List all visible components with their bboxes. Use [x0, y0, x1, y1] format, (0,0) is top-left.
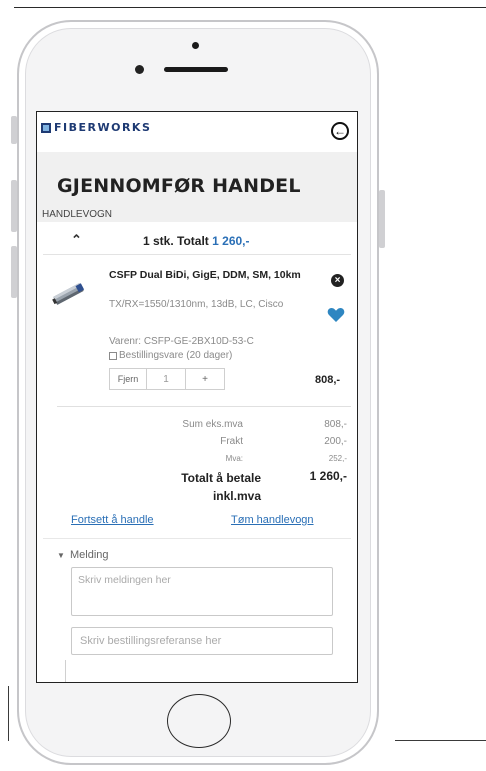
line-price: 808,-	[315, 374, 341, 386]
heart-icon[interactable]	[327, 307, 345, 323]
total-label-line1: Totalt å betale	[181, 471, 261, 485]
total-value: 1 260,-	[309, 469, 347, 483]
message-section-label: Melding	[69, 549, 109, 561]
remove-qty-button[interactable]: Fjern	[110, 369, 147, 389]
left-edge-line	[8, 686, 9, 741]
sfp-module-image	[52, 282, 85, 305]
product-title[interactable]: CSFP Dual BiDi, GigE, DDM, SM, 10km	[109, 268, 309, 282]
message-textarea[interactable]: Skriv meldingen her	[71, 567, 333, 616]
phone-home-button[interactable]	[167, 694, 231, 748]
mva-value: 252,-	[328, 454, 347, 463]
frakt-value: 200,-	[324, 436, 347, 447]
mva-label: Mva:	[225, 454, 243, 463]
chevron-up-icon: ⌃	[71, 232, 82, 247]
phone-sensor	[192, 42, 199, 49]
product-stock-text: Bestillingsvare (20 dager)	[119, 350, 233, 361]
message-section-toggle[interactable]: ▼ Melding	[57, 549, 109, 561]
cart-summary-label: 1 stk. Totalt	[143, 234, 209, 248]
divider	[43, 538, 351, 539]
logo-mark-icon	[41, 122, 51, 133]
package-icon	[109, 351, 117, 360]
total-label: Totalt å betale inkl.mva	[181, 469, 261, 505]
fiberworks-logo[interactable]: FIBERWORKS	[41, 121, 151, 134]
close-icon[interactable]: ×	[331, 274, 344, 287]
cart-summary-total: 1 260,-	[212, 234, 250, 248]
back-circle-arrow-icon[interactable]: ←	[331, 122, 349, 140]
product-stock-status: Bestillingsvare (20 dager)	[109, 350, 232, 361]
total-label-line2: inkl.mva	[212, 489, 261, 503]
continue-shopping-link[interactable]: Fortsett å handle	[71, 514, 154, 526]
screen-edge	[65, 660, 66, 682]
frakt-label: Frakt	[220, 436, 243, 447]
title-band: GJENNOMFØR HANDEL HANDLEVOGN	[37, 152, 357, 222]
divider	[57, 406, 351, 407]
order-reference-input[interactable]: Skriv bestillingsreferanse her	[71, 627, 333, 655]
phone-screen: FIBERWORKS ← GJENNOMFØR HANDEL HANDLEVOG…	[36, 111, 358, 683]
cart-summary-toggle[interactable]: ⌃ 1 stk. Totalt 1 260,-	[43, 228, 351, 255]
page-title: GJENNOMFØR HANDEL	[57, 175, 301, 197]
logo-text: FIBERWORKS	[54, 121, 152, 134]
empty-cart-link[interactable]: Tøm handlevogn	[231, 514, 314, 526]
bottom-border-line	[395, 740, 486, 741]
increase-qty-button[interactable]: +	[186, 369, 224, 389]
product-sku: Varenr: CSFP-GE-2BX10D-53-C	[109, 336, 254, 347]
phone-speaker	[164, 67, 228, 72]
top-border-line	[14, 7, 486, 8]
cart-summary-text: 1 stk. Totalt 1 260,-	[143, 234, 250, 248]
sum-label: Sum eks.mva	[182, 419, 243, 430]
phone-front-camera	[135, 65, 144, 74]
site-header: FIBERWORKS ←	[37, 112, 357, 152]
quantity-stepper: Fjern 1 +	[109, 368, 225, 390]
quantity-input[interactable]: 1	[147, 369, 186, 389]
product-spec: TX/RX=1550/1310nm, 13dB, LC, Cisco	[109, 299, 284, 310]
message-placeholder: Skriv meldingen her	[78, 574, 171, 586]
breadcrumb: HANDLEVOGN	[42, 209, 113, 220]
sum-value: 808,-	[324, 419, 347, 430]
chevron-down-icon: ▼	[57, 551, 65, 560]
phone-power-button	[379, 190, 385, 248]
order-reference-placeholder: Skriv bestillingsreferanse her	[80, 635, 222, 647]
